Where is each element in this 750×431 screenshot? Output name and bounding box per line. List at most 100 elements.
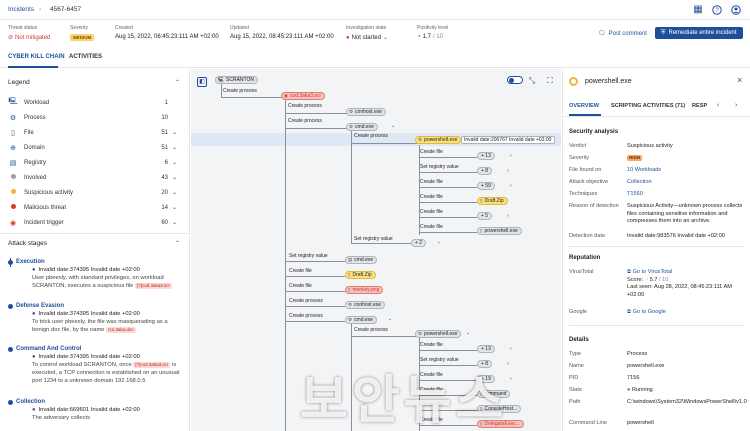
view-toggle-switch[interactable] [507,76,523,84]
node-cod-scr[interactable]: ◉ cod.3aka3.scr [281,92,326,100]
legend-item-involved[interactable]: Involved 43 ⌄ [0,170,190,185]
legend-item-suspicious[interactable]: Suspicious activity 20 ⌄ [0,185,190,200]
chevron-down-icon[interactable]: ⌄ [466,330,470,336]
file-chip[interactable]: [?]cod.3aka3.scr [135,283,173,289]
file-chip[interactable]: [?]cod.3aka3.scr [133,362,171,368]
node-powershell-file[interactable]: ▯ powershell.exe [477,227,522,235]
edge-label: Create file [420,224,443,230]
tab-response[interactable]: RESP [692,103,707,109]
node-draft-zip[interactable]: ▯ Draft.Zip [477,197,508,205]
chevron-right-icon[interactable]: › [507,213,509,219]
node-count[interactable]: + 8 [477,167,493,175]
investigation-state[interactable]: Investigation state ● Not started ⌄ [346,25,388,41]
google-link[interactable]: ⧉ Go to Google [627,309,747,317]
chevron-right-icon[interactable]: › [510,376,512,382]
node-powershell-selected[interactable]: ⚙ powershell.exe [415,136,462,144]
legend-item-process[interactable]: ⚙ Process 10 [0,110,190,125]
chevron-down-icon[interactable]: ⌄ [172,204,177,211]
node-draft-zip[interactable]: ▯ Draft.Zip [345,271,376,279]
node-conhost[interactable]: ⚙ conhost.exe [346,108,387,116]
remediate-incident-button[interactable]: ⛨ Remediate entire incident [655,27,743,39]
attack-stages-header[interactable]: Attack stages ⌃ [8,240,184,247]
objective-link[interactable]: Collection [627,179,747,187]
chevron-down-icon[interactable]: ⌄ [172,174,177,181]
watermark-logo: 보안뉴스 [300,371,508,431]
file-chip[interactable]: rcs.3aka.doc [106,327,136,333]
edge-label: Create file [289,268,312,274]
details-title: powershell.exe [585,78,632,85]
edge-label: Create process [354,133,388,139]
virustotal-link[interactable]: ⧉ Go to VirusTotal [627,269,672,275]
chevron-down-icon[interactable]: ⌄ [172,159,177,166]
stage-collection[interactable]: Collection ● Invalid date:669601 Invalid … [8,399,188,422]
collapse-chevron-icon[interactable]: ⌃ [175,79,180,86]
node-count[interactable]: + 13 [477,152,495,160]
technique-link[interactable]: T1560 [627,191,747,199]
stage-execution[interactable]: Execution ● Invalid date:374395 Invalid d… [8,259,188,290]
node-cmd[interactable]: ▤ cmd.exe [345,256,378,264]
tab-cyber-kill-chain[interactable]: CYBER KILL CHAIN [8,54,65,60]
node-powershell[interactable]: ⚙ powershell.exe [415,330,462,338]
node-count[interactable]: + 59 [477,182,495,190]
registry-icon: ▤ [9,159,17,167]
stage-dot-icon [8,399,13,405]
file-found-link[interactable]: 10 Workloads [627,167,747,175]
tab-activities[interactable]: ACTIVITIES [69,54,102,60]
tab-scripting-activities[interactable]: SCRIPTING ACTIVITIES (71) [611,103,685,109]
chevron-right-icon[interactable]: › [510,346,512,352]
chevron-right-icon[interactable]: › [735,102,737,109]
legend-item-domain[interactable]: ⊕ Domain 51 ⌄ [0,140,190,155]
breadcrumb-incidents[interactable]: Incidents [8,6,34,13]
chevron-down-icon[interactable]: ⌄ [172,219,177,226]
chevron-down-icon[interactable]: ⌄ [172,144,177,151]
chevron-down-icon[interactable]: ⌄ [383,34,388,41]
fullscreen-icon[interactable]: ⛶ [545,76,555,86]
edge-label: Create file [289,283,312,289]
fit-screen-icon[interactable]: ⤡ [527,76,537,86]
node-monkey-png[interactable]: ▯ monkey.png [345,286,384,294]
chevron-down-icon[interactable]: ⌄ [391,123,395,129]
gauge-icon: ◔ [417,34,421,40]
chevron-right-icon[interactable]: › [510,183,512,189]
edge-label: Create process [288,118,322,124]
stage-marker-icon: ● [32,311,36,317]
reputation-title: Reputation [569,255,601,261]
created: Created Aug 15, 2022, 06:45:23:111 AM +0… [115,25,219,40]
edge-label: Create process [289,298,323,304]
chevron-left-icon[interactable]: ‹ [717,102,719,109]
chevron-right-icon[interactable]: › [507,168,509,174]
node-count[interactable]: + 13 [477,345,495,353]
chevron-down-icon[interactable]: ⌄ [172,129,177,136]
close-icon[interactable]: × [737,75,742,85]
legend-header[interactable]: Legend ⌃ [8,79,184,86]
edge-label: Create process [289,313,323,319]
apps-grid-icon[interactable]: ▦ [692,4,704,16]
chevron-right-icon[interactable]: › [438,240,440,246]
legend-item-workload[interactable]: 🖳 Workload 1 [0,95,190,110]
help-icon[interactable]: ? [711,4,723,16]
stage-command-and-control[interactable]: Command And Control ● Invalid date:374395… [8,346,188,385]
stage-defense-evasion[interactable]: Defense Evasion ● Invalid date:374395 Inv… [8,303,188,334]
severity: Severity MEDIUM [70,25,95,41]
node-count[interactable]: + 2 [411,239,427,247]
chevron-down-icon[interactable]: ⌄ [388,316,392,322]
legend-item-malicious[interactable]: Malicious threat 14 ⌄ [0,200,190,215]
node-scranton[interactable]: 🖳 SCRANTON [215,76,258,84]
collapse-chevron-icon[interactable]: ⌃ [175,240,180,247]
node-cmd[interactable]: ⚙ cmd.exe [345,316,377,324]
stage-dot-icon [8,303,13,309]
legend-item-registry[interactable]: ▤ Registry 6 ⌄ [0,155,190,170]
node-conhost[interactable]: ⚙ conhost.exe [345,301,386,309]
legend-item-file[interactable]: ▯ File 51 ⌄ [0,125,190,140]
tab-overview[interactable]: OVERVIEW [569,103,599,109]
legend-item-incident-trigger[interactable]: ◉ Incident trigger 60 ⌄ [0,215,190,230]
file-icon: ▯ [11,129,15,137]
post-comment-button[interactable]: 🗨 Post comment [594,28,651,39]
chevron-right-icon[interactable]: › [510,153,512,159]
user-avatar-icon[interactable] [730,4,742,16]
chevron-down-icon[interactable]: ⌄ [172,189,177,196]
node-cmd[interactable]: ⚙ cmd.exe [346,123,378,131]
node-count[interactable]: + 5 [477,212,493,220]
sidebar-toggle-icon[interactable]: ◧ [197,77,207,87]
file-icon: ▯ [480,198,483,203]
